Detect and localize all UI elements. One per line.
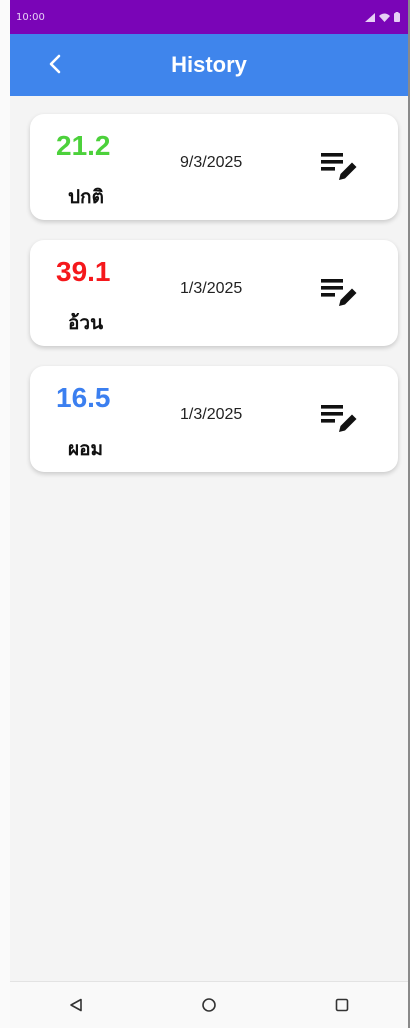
edit-button[interactable]	[316, 396, 362, 442]
wifi-icon	[379, 13, 390, 22]
edit-button[interactable]	[316, 144, 362, 190]
back-button[interactable]	[40, 49, 70, 79]
status-bar: 10:00	[10, 0, 408, 34]
battery-icon	[394, 12, 400, 22]
history-list: 21.2 ปกติ 9/3/2025 39.1 อ้วน 1/3/2025 16…	[10, 96, 408, 472]
circle-home-icon	[202, 998, 216, 1012]
phone-screen: 10:00 History 21.2 ปกติ 9/3/2025 39.1 อ้…	[0, 0, 410, 1028]
app-bar: History	[10, 34, 408, 96]
status-icons	[365, 12, 400, 22]
nav-back-button[interactable]	[56, 985, 96, 1025]
edit-list-icon	[321, 153, 357, 180]
status-time: 10:00	[16, 11, 45, 23]
record-date: 1/3/2025	[180, 280, 243, 297]
bmi-status: อ้วน	[68, 312, 104, 334]
record-date: 1/3/2025	[180, 406, 243, 423]
signal-icon	[365, 12, 375, 22]
chevron-left-icon	[49, 54, 61, 74]
page-title: History	[171, 52, 247, 77]
history-card: 16.5 ผอม 1/3/2025	[30, 366, 398, 472]
bmi-value: 21.2	[56, 130, 111, 161]
nav-home-button[interactable]	[189, 985, 229, 1025]
bmi-value: 16.5	[56, 382, 111, 413]
bmi-status: ผอม	[68, 438, 104, 460]
system-nav-bar	[10, 981, 408, 1028]
triangle-back-icon	[70, 998, 83, 1012]
nav-recents-button[interactable]	[322, 985, 362, 1025]
bmi-status: ปกติ	[68, 186, 104, 208]
edit-button[interactable]	[316, 270, 362, 316]
bmi-value: 39.1	[56, 256, 111, 287]
square-recents-icon	[335, 998, 348, 1012]
record-date: 9/3/2025	[180, 154, 243, 171]
edit-list-icon	[321, 279, 357, 306]
edit-list-icon	[321, 405, 357, 432]
history-card: 39.1 อ้วน 1/3/2025	[30, 240, 398, 346]
history-card: 21.2 ปกติ 9/3/2025	[30, 114, 398, 220]
